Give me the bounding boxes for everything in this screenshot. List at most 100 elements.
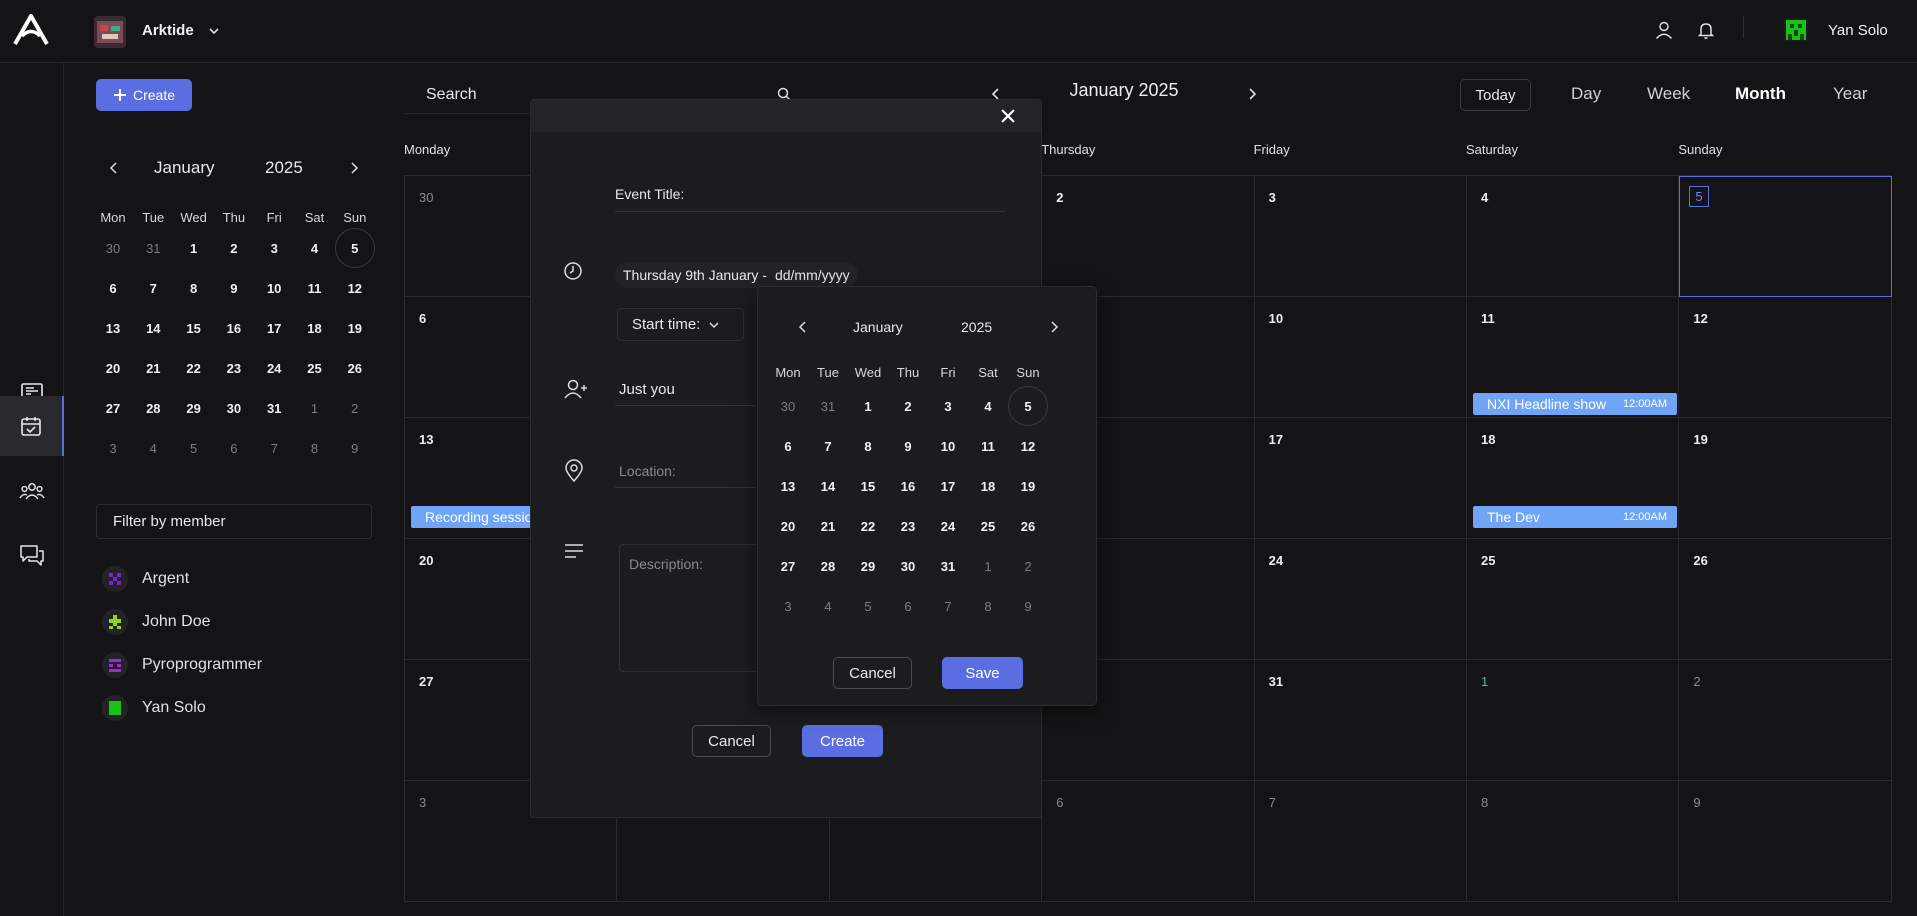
description-textarea[interactable]: Description: xyxy=(619,544,759,672)
member-item[interactable]: Pyroprogrammer xyxy=(102,650,262,680)
workspace-name[interactable]: Arktide xyxy=(142,22,194,39)
mini-calendar-day[interactable]: 13 xyxy=(93,308,133,348)
event-title-label[interactable]: Event Title: xyxy=(615,186,684,202)
create-button[interactable]: Create xyxy=(96,79,192,111)
picker-day[interactable]: 22 xyxy=(848,506,888,546)
event-chip[interactable]: The Dev 12:00AM xyxy=(1473,506,1677,528)
mini-calendar-day[interactable]: 24 xyxy=(254,348,294,388)
picker-day[interactable]: 15 xyxy=(848,466,888,506)
picker-day[interactable]: 30 xyxy=(888,546,928,586)
day-cell[interactable]: 31 xyxy=(1254,660,1467,781)
mini-calendar-day[interactable]: 2 xyxy=(214,228,254,268)
mini-calendar-day[interactable]: 7 xyxy=(254,428,294,468)
member-item[interactable]: Argent xyxy=(102,564,189,594)
mini-prev-month-button[interactable] xyxy=(106,160,122,176)
mini-calendar-day[interactable]: 25 xyxy=(295,348,335,388)
picker-day[interactable]: 27 xyxy=(768,546,808,586)
mini-calendar-day[interactable]: 27 xyxy=(93,388,133,428)
mini-calendar-day[interactable]: 7 xyxy=(133,268,173,308)
view-month[interactable]: Month xyxy=(1735,84,1786,104)
picker-day[interactable]: 29 xyxy=(848,546,888,586)
picker-day[interactable]: 1 xyxy=(848,386,888,426)
mini-calendar-day[interactable]: 1 xyxy=(295,388,335,428)
mini-calendar-day[interactable]: 6 xyxy=(214,428,254,468)
mini-calendar-day[interactable]: 16 xyxy=(214,308,254,348)
picker-day[interactable]: 28 xyxy=(808,546,848,586)
picker-day[interactable]: 5 xyxy=(1008,386,1048,426)
mini-calendar-day[interactable]: 29 xyxy=(174,388,214,428)
picker-day[interactable]: 10 xyxy=(928,426,968,466)
day-cell[interactable]: 4 xyxy=(1467,176,1680,297)
mini-calendar-day[interactable]: 8 xyxy=(174,268,214,308)
picker-day[interactable]: 30 xyxy=(768,386,808,426)
day-cell[interactable]: 6 xyxy=(1042,781,1255,902)
mini-calendar-day[interactable]: 22 xyxy=(174,348,214,388)
picker-day[interactable]: 2 xyxy=(1008,546,1048,586)
picker-prev-month-button[interactable] xyxy=(795,319,811,335)
mini-calendar-day[interactable]: 5 xyxy=(334,228,375,268)
view-day[interactable]: Day xyxy=(1571,84,1601,104)
chevron-down-icon[interactable] xyxy=(207,24,221,38)
day-cell[interactable]: 24 xyxy=(1254,539,1467,660)
picker-next-month-button[interactable] xyxy=(1046,319,1062,335)
picker-day[interactable]: 26 xyxy=(1008,506,1048,546)
mini-calendar-day[interactable]: 1 xyxy=(174,228,214,268)
day-cell[interactable]: 2 xyxy=(1042,176,1255,297)
mini-calendar-day[interactable]: 26 xyxy=(335,348,375,388)
picker-day[interactable]: 14 xyxy=(808,466,848,506)
today-button[interactable]: Today xyxy=(1460,79,1531,111)
view-year[interactable]: Year xyxy=(1833,84,1867,104)
mini-calendar-day[interactable]: 15 xyxy=(174,308,214,348)
picker-day[interactable]: 3 xyxy=(928,386,968,426)
mini-calendar-day[interactable]: 10 xyxy=(254,268,294,308)
modal-cancel-button[interactable]: Cancel xyxy=(692,725,771,757)
mini-calendar-day[interactable]: 9 xyxy=(335,428,375,468)
picker-day[interactable]: 8 xyxy=(848,426,888,466)
picker-day[interactable]: 21 xyxy=(808,506,848,546)
day-cell[interactable]: 17 xyxy=(1254,418,1467,539)
picker-day[interactable]: 19 xyxy=(1008,466,1048,506)
mini-calendar-day[interactable]: 21 xyxy=(133,348,173,388)
picker-day[interactable]: 3 xyxy=(768,586,808,626)
location-input[interactable]: Location: xyxy=(619,463,676,479)
app-logo-icon[interactable] xyxy=(13,14,49,46)
mini-calendar-day[interactable]: 4 xyxy=(295,228,335,268)
day-cell[interactable]: 1 xyxy=(1467,660,1680,781)
picker-day[interactable]: 12 xyxy=(1008,426,1048,466)
day-cell[interactable]: 3 xyxy=(1254,176,1467,297)
day-cell[interactable]: 19 xyxy=(1679,418,1892,539)
picker-year[interactable]: 2025 xyxy=(961,319,992,335)
day-cell[interactable]: 26 xyxy=(1679,539,1892,660)
mini-calendar-day[interactable]: 18 xyxy=(295,308,335,348)
user-avatar[interactable] xyxy=(1784,18,1808,42)
mini-calendar-year[interactable]: 2025 xyxy=(265,158,303,178)
picker-day[interactable]: 23 xyxy=(888,506,928,546)
mini-calendar-day[interactable]: 11 xyxy=(295,268,335,308)
picker-day[interactable]: 24 xyxy=(928,506,968,546)
mini-calendar-day[interactable]: 31 xyxy=(133,228,173,268)
filter-by-member-input[interactable]: Filter by member xyxy=(96,504,372,539)
mini-calendar-day[interactable]: 3 xyxy=(254,228,294,268)
modal-create-button[interactable]: Create xyxy=(802,725,883,757)
picker-day[interactable]: 2 xyxy=(888,386,928,426)
mini-calendar-day[interactable]: 6 xyxy=(93,268,133,308)
picker-day[interactable]: 9 xyxy=(888,426,928,466)
picker-day[interactable]: 7 xyxy=(928,586,968,626)
picker-day[interactable]: 7 xyxy=(808,426,848,466)
day-cell[interactable]: 2 xyxy=(1679,660,1892,781)
next-month-button[interactable] xyxy=(1244,86,1260,102)
picker-month[interactable]: January xyxy=(853,319,903,335)
mini-calendar-day[interactable]: 19 xyxy=(335,308,375,348)
mini-calendar-day[interactable]: 9 xyxy=(214,268,254,308)
mini-calendar-day[interactable]: 28 xyxy=(133,388,173,428)
day-cell[interactable]: 9 xyxy=(1679,781,1892,902)
day-cell[interactable]: 5 xyxy=(1679,176,1892,297)
mini-calendar-month[interactable]: January xyxy=(154,158,214,178)
date-field[interactable]: Thursday 9th January - dd/mm/yyyy xyxy=(615,262,858,288)
mini-calendar-day[interactable]: 20 xyxy=(93,348,133,388)
mini-calendar-day[interactable]: 14 xyxy=(133,308,173,348)
picker-day[interactable]: 18 xyxy=(968,466,1008,506)
mini-calendar-day[interactable]: 17 xyxy=(254,308,294,348)
profile-icon[interactable] xyxy=(1654,20,1674,40)
user-name[interactable]: Yan Solo xyxy=(1828,22,1888,39)
